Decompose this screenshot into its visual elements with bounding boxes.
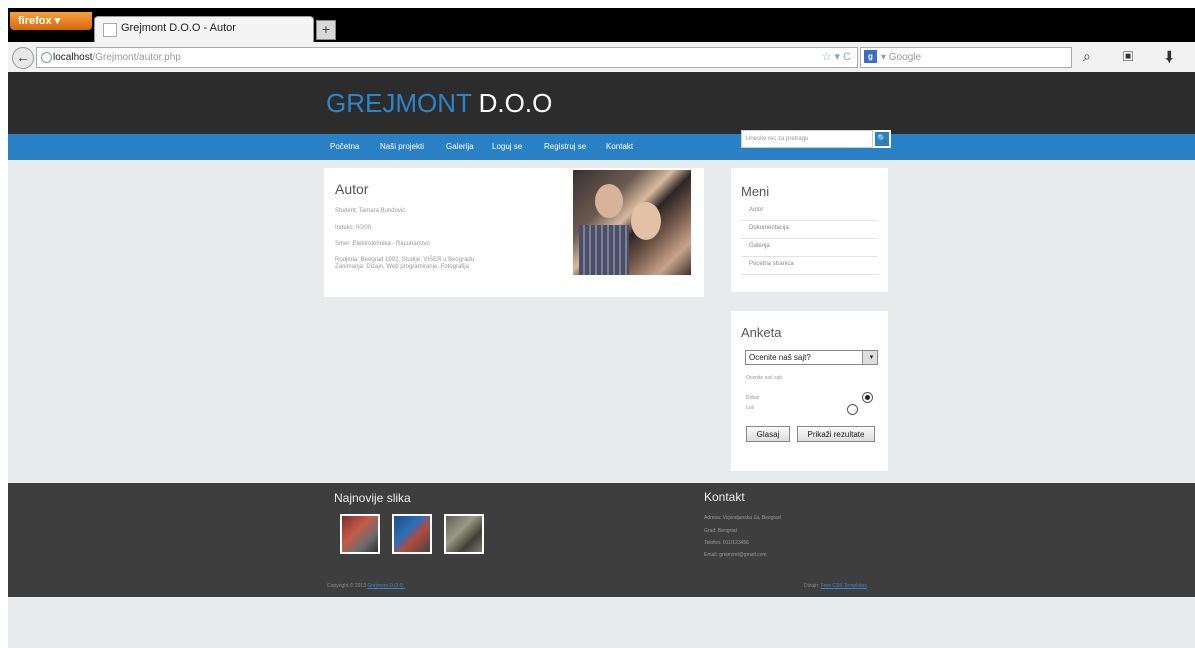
site-header xyxy=(8,72,1195,134)
gallery-thumbnail[interactable] xyxy=(340,514,380,554)
browser-search-placeholder: ▾ Google xyxy=(881,52,922,63)
contact-phone: Telefon: 011/123456 xyxy=(704,540,749,546)
meni-item-galerija[interactable]: Galerija xyxy=(741,239,878,257)
back-arrow-icon[interactable]: ← xyxy=(12,47,34,69)
menu-item-galerija[interactable]: Galerija xyxy=(446,142,474,151)
firefox-menu-button[interactable]: firefox ▾ xyxy=(10,12,92,30)
meni-item-dokumentacija[interactable]: Dokumentacija xyxy=(741,221,878,239)
poll-select[interactable]: Ocenite naš sajt? ▾ xyxy=(745,350,878,365)
bookmark-star-reload-icons[interactable]: ☆ ▾ C xyxy=(822,48,851,67)
new-tab-button[interactable]: + xyxy=(316,20,336,40)
poll-radio[interactable] xyxy=(847,404,858,415)
search-engine-icon[interactable]: g xyxy=(864,50,877,63)
radio-dot xyxy=(865,395,870,400)
photo-detail xyxy=(631,202,661,240)
autor-rodjena: Rodjena: Beograd 1992, Studije: VIŠER u … xyxy=(335,257,475,263)
search-icon[interactable]: 🔍 xyxy=(873,130,891,148)
contact-address: Adresa: Vojvodjanska 1a, Beograd xyxy=(704,515,781,521)
poll-radio-selected[interactable] xyxy=(862,392,873,403)
browser-tab[interactable]: Grejmont D.O.O - Autor xyxy=(94,16,314,43)
design-prefix: Dizajn: xyxy=(804,583,821,589)
poll-select-value: Ocenite naš sajt? xyxy=(749,353,811,362)
menu-item-registruj-se[interactable]: Registruj se xyxy=(544,142,586,151)
browser-search-input[interactable]: g ▾ Google xyxy=(860,47,1072,68)
site-logo[interactable]: GREJMONT D.O.O xyxy=(326,88,552,119)
url-host: localhost xyxy=(53,52,93,63)
gallery-thumbnail[interactable] xyxy=(392,514,432,554)
contact-heading: Kontakt xyxy=(704,490,745,504)
autor-student: Student: Tamara Bundovic xyxy=(335,208,406,214)
latest-images-heading: Najnovije slika xyxy=(334,491,411,505)
logo-part-1: GREJMONT xyxy=(326,88,472,118)
tab-title: Grejmont D.O.O - Autor xyxy=(121,22,236,34)
contact-email: Email: grejmont@gmail.com xyxy=(704,552,767,558)
vote-button[interactable]: Glasaj xyxy=(746,426,790,442)
author-photo xyxy=(573,170,691,275)
address-bar[interactable]: localhost/Grejmont/autor.php ☆ ▾ C xyxy=(36,47,858,68)
anketa-heading: Anketa xyxy=(741,325,782,340)
gallery-thumbnail[interactable] xyxy=(444,514,484,554)
design-link[interactable]: Free CSS Templates xyxy=(821,583,867,589)
design-credit: Dizajn: Free CSS Templates xyxy=(804,583,867,589)
poll-option-label: Dobar xyxy=(746,395,760,401)
autor-heading: Autor xyxy=(335,181,369,197)
main-menu-bar xyxy=(8,134,1195,160)
photo-detail xyxy=(579,225,629,275)
toolbar-icons[interactable]: ⌕ ▣ ⬇ ⌂ xyxy=(1083,48,1195,65)
meni-item-autor[interactable]: Autor xyxy=(741,203,878,221)
site-footer xyxy=(8,483,1195,597)
navigation-toolbar: ← localhost/Grejmont/autor.php ☆ ▾ C g ▾… xyxy=(8,42,1195,73)
site-search-input[interactable]: Unesite rec za pretragu xyxy=(741,130,873,148)
autor-zanimanja: Zanimanja: Dizajn, Web programiranje, Fo… xyxy=(335,264,469,270)
menu-item-kontakt[interactable]: Kontakt xyxy=(606,142,633,151)
autor-indeks: Indeks: 00/00 xyxy=(335,225,372,231)
menu-item-pocetna[interactable]: Početna xyxy=(330,142,359,151)
autor-smer: Smer: Elektrotehnika - Racunarstvo xyxy=(335,241,430,247)
poll-option-label: Loš xyxy=(746,405,755,411)
menu-item-nasi-projekti[interactable]: Naši projekti xyxy=(380,142,424,151)
photo-detail xyxy=(595,184,623,218)
page-favicon-icon xyxy=(103,23,117,37)
meni-heading: Meni xyxy=(741,184,770,199)
contact-city: Grad: Beograd xyxy=(704,528,737,534)
page-bottom-area xyxy=(8,597,1195,648)
poll-question: Ocenite naš sajt xyxy=(746,375,782,381)
copyright-link[interactable]: Grejmont D.O.O. xyxy=(367,583,405,589)
logo-part-2: D.O.O xyxy=(471,88,553,118)
site-identity-icon[interactable] xyxy=(41,52,52,63)
chevron-down-icon[interactable]: ▾ xyxy=(862,351,877,364)
menu-item-loguj-se[interactable]: Loguj se xyxy=(492,142,522,151)
meni-item-pocetna[interactable]: Pocetna stranica xyxy=(741,257,878,275)
copyright-text: Copyright © 2013 Grejmont D.O.O. xyxy=(327,583,405,589)
copyright-prefix: Copyright © 2013 xyxy=(327,583,368,589)
url-path: /Grejmont/autor.php xyxy=(92,52,181,63)
show-results-button[interactable]: Prikaži rezultate xyxy=(797,426,875,442)
